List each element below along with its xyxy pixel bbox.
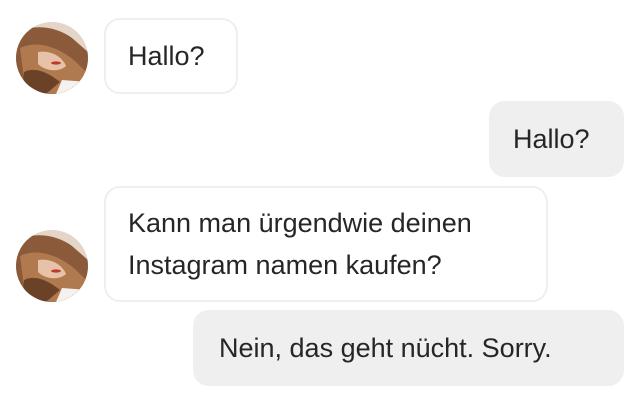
- chat-screen: { "colors": { "incoming_bubble_bg": "#ff…: [0, 0, 640, 402]
- message-text: Hallo?: [128, 41, 205, 71]
- message-text: Hallo?: [513, 124, 590, 154]
- message-text-line: Instagram namen kaufen?: [128, 250, 442, 280]
- user-avatar-icon[interactable]: [16, 22, 88, 94]
- message-text-line: Kann man ürgendwie deinen: [128, 208, 472, 238]
- message-bubble-incoming[interactable]: Hallo?: [104, 18, 238, 94]
- message-bubble-incoming[interactable]: Kann man ürgendwie deinen Instagram name…: [104, 186, 548, 302]
- message-text: Nein, das geht nücht. Sorry.: [219, 333, 552, 363]
- message-bubble-outgoing[interactable]: Hallo?: [489, 101, 624, 177]
- user-avatar-icon[interactable]: [16, 230, 88, 302]
- message-bubble-outgoing[interactable]: Nein, das geht nücht. Sorry.: [193, 310, 624, 386]
